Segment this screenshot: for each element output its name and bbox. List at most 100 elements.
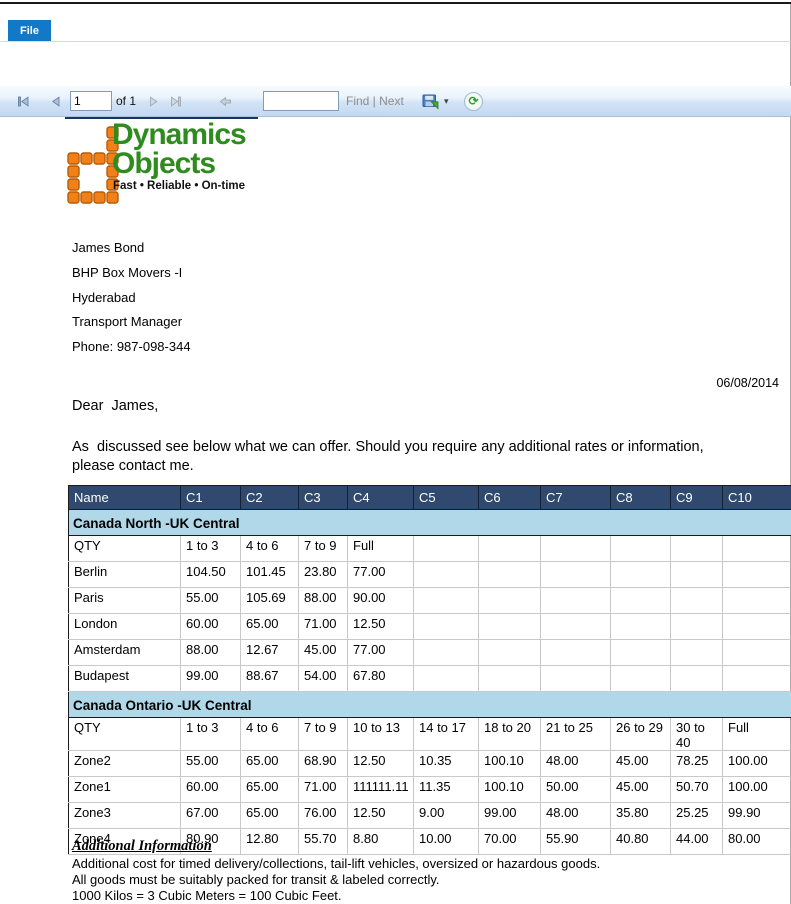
- table-cell: 100.10: [479, 777, 541, 803]
- find-next-links[interactable]: Find | Next: [346, 94, 404, 108]
- table-cell: [541, 666, 611, 692]
- letter-greeting: Dear James,: [72, 398, 158, 414]
- current-page-input[interactable]: [70, 91, 112, 111]
- previous-page-button[interactable]: [49, 86, 62, 116]
- table-cell: 50.70: [671, 777, 723, 803]
- table-row: QTY1 to 34 to 67 to 9Full: [69, 536, 791, 562]
- additional-info-line: 1000 Kilos = 3 Cubic Meters = 100 Cubic …: [72, 888, 600, 904]
- table-cell: QTY: [69, 718, 181, 751]
- table-cell: 8.80: [348, 829, 414, 855]
- export-button[interactable]: [422, 86, 439, 116]
- table-cell: [479, 562, 541, 588]
- table-cell: [723, 536, 791, 562]
- table-cell: 11.35: [414, 777, 479, 803]
- table-cell: [671, 562, 723, 588]
- recipient-block: James Bond BHP Box Movers -I Hyderabad T…: [72, 236, 191, 360]
- table-cell: 10.35: [414, 751, 479, 777]
- table-cell: [611, 614, 671, 640]
- table-cell: 67.00: [181, 803, 241, 829]
- first-page-icon: [17, 95, 30, 108]
- table-cell: 18 to 20: [479, 718, 541, 751]
- table-cell: [479, 614, 541, 640]
- recipient-phone: Phone: 987-098-344: [72, 335, 191, 360]
- next-page-icon: [147, 95, 160, 108]
- column-header: C3: [299, 486, 348, 510]
- column-header: Name: [69, 486, 181, 510]
- column-header: C10: [723, 486, 791, 510]
- table-cell: 101.45: [241, 562, 299, 588]
- table-cell: 55.90: [541, 829, 611, 855]
- table-cell: 35.80: [611, 803, 671, 829]
- table-row: Zone367.0065.0076.0012.509.0099.0048.003…: [69, 803, 791, 829]
- table-cell: [611, 536, 671, 562]
- table-cell: [723, 640, 791, 666]
- table-cell: [671, 640, 723, 666]
- table-cell: Full: [723, 718, 791, 751]
- table-cell: 54.00: [299, 666, 348, 692]
- table-cell: [611, 640, 671, 666]
- export-save-icon: [422, 93, 439, 110]
- table-cell: 14 to 17: [414, 718, 479, 751]
- table-cell: [541, 640, 611, 666]
- table-cell: [723, 614, 791, 640]
- table-cell: QTY: [69, 536, 181, 562]
- additional-info-line: All goods must be suitably packed for tr…: [72, 872, 600, 888]
- table-row: Amsterdam88.0012.6745.0077.00: [69, 640, 791, 666]
- refresh-button[interactable]: ⟳: [464, 86, 483, 116]
- back-to-parent-button[interactable]: [219, 86, 232, 116]
- next-page-button[interactable]: [147, 86, 160, 116]
- table-cell: Paris: [69, 588, 181, 614]
- table-cell: [414, 536, 479, 562]
- table-cell: [611, 666, 671, 692]
- table-cell: 55.00: [181, 751, 241, 777]
- table-cell: [414, 588, 479, 614]
- table-cell: 45.00: [299, 640, 348, 666]
- letter-date: 06/08/2014: [716, 376, 779, 390]
- table-cell: 68.90: [299, 751, 348, 777]
- previous-page-icon: [49, 95, 62, 108]
- last-page-button[interactable]: [169, 86, 182, 116]
- table-cell: [414, 640, 479, 666]
- back-arrow-icon: [219, 95, 232, 108]
- column-header: C2: [241, 486, 299, 510]
- table-row: Zone255.0065.0068.9012.5010.35100.1048.0…: [69, 751, 791, 777]
- table-cell: [723, 562, 791, 588]
- table-cell: 60.00: [181, 614, 241, 640]
- file-tab[interactable]: File: [8, 20, 51, 41]
- table-cell: 100.00: [723, 751, 791, 777]
- table-cell: [671, 666, 723, 692]
- table-cell: 88.00: [181, 640, 241, 666]
- export-dropdown-caret[interactable]: ▾: [444, 96, 449, 107]
- table-cell: Zone3: [69, 803, 181, 829]
- recipient-city: Hyderabad: [72, 286, 191, 311]
- table-cell: 48.00: [541, 751, 611, 777]
- table-row: Berlin104.50101.4523.8077.00: [69, 562, 791, 588]
- table-cell: [479, 666, 541, 692]
- table-row: Paris55.00105.6988.0090.00: [69, 588, 791, 614]
- table-cell: [414, 666, 479, 692]
- table-cell: 65.00: [241, 777, 299, 803]
- table-cell: 77.00: [348, 562, 414, 588]
- table-cell: 7 to 9: [299, 536, 348, 562]
- table-cell: 45.00: [611, 751, 671, 777]
- table-cell: 65.00: [241, 614, 299, 640]
- table-cell: Zone2: [69, 751, 181, 777]
- search-input[interactable]: [263, 91, 339, 111]
- table-cell: 50.00: [541, 777, 611, 803]
- column-header: C6: [479, 486, 541, 510]
- table-cell: 23.80: [299, 562, 348, 588]
- table-cell: [611, 588, 671, 614]
- logo-tagline: Fast • Reliable • On-time: [113, 180, 245, 192]
- table-cell: Berlin: [69, 562, 181, 588]
- first-page-button[interactable]: [17, 86, 30, 116]
- table-cell: 10 to 13: [348, 718, 414, 751]
- table-cell: 25.25: [671, 803, 723, 829]
- table-cell: 78.25: [671, 751, 723, 777]
- table-cell: 12.50: [348, 614, 414, 640]
- table-cell: [479, 536, 541, 562]
- table-cell: Budapest: [69, 666, 181, 692]
- table-cell: 9.00: [414, 803, 479, 829]
- logo-wordmark: DynamicsObjects: [112, 120, 246, 178]
- table-cell: London: [69, 614, 181, 640]
- table-cell: 12.50: [348, 803, 414, 829]
